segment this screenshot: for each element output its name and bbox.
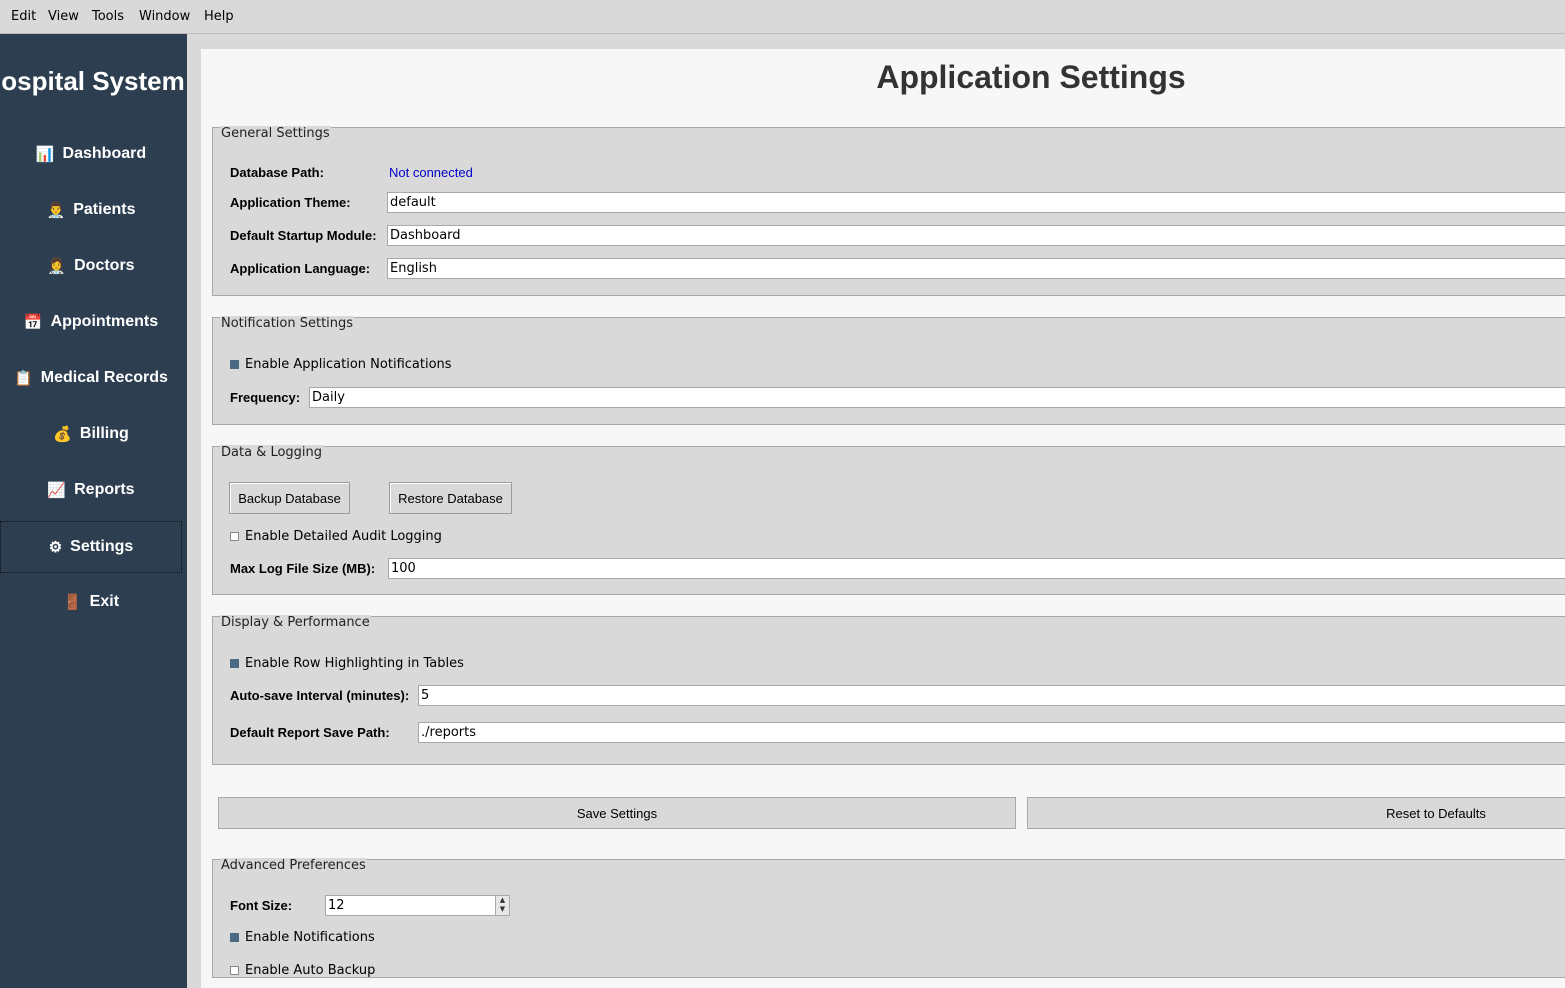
report-save-path-field[interactable]: ./reports xyxy=(418,722,1565,743)
save-settings-button[interactable]: Save Settings xyxy=(218,797,1016,829)
app-title: ospital System xyxy=(1,66,185,96)
menu-tools[interactable]: Tools xyxy=(92,9,124,24)
group-legend: Display & Performance xyxy=(220,615,371,630)
advanced-preferences-group: Advanced Preferences xyxy=(212,858,1565,978)
frequency-field[interactable]: Daily xyxy=(309,387,1565,408)
sidebar-item-label: Appointments xyxy=(50,313,159,330)
language-field[interactable]: English xyxy=(387,258,1565,279)
group-legend: Advanced Preferences xyxy=(220,858,367,873)
font-size-label: Font Size: xyxy=(230,898,293,913)
trend-chart-icon: 📈 xyxy=(47,482,67,499)
language-label: Application Language: xyxy=(230,261,371,276)
clipboard-icon: 📋 xyxy=(14,370,33,387)
sidebar-item-label: Doctors xyxy=(74,257,135,274)
font-size-value: 12 xyxy=(328,898,345,913)
db-path-value: Not connected xyxy=(389,165,473,180)
theme-label: Application Theme: xyxy=(230,195,351,210)
max-log-size-field[interactable]: 100 xyxy=(388,558,1565,579)
group-legend: General Settings xyxy=(220,126,331,141)
sidebar-item-patients[interactable]: 👨‍⚕️ Patients xyxy=(0,185,182,235)
sidebar-item-label: Medical Records xyxy=(40,369,168,386)
checkbox-indicator[interactable] xyxy=(230,532,239,541)
startup-module-field[interactable]: Dashboard xyxy=(387,225,1565,246)
sidebar-item-reports[interactable]: 📈 Reports xyxy=(0,465,182,515)
checkbox-indicator[interactable] xyxy=(230,933,239,942)
enable-notifications-checkbox[interactable]: Enable Notifications xyxy=(230,930,375,945)
restore-database-button[interactable]: Restore Database xyxy=(389,482,512,514)
page-title: Application Settings xyxy=(876,59,1186,95)
font-size-spinbox[interactable]: 12 ▲ ▼ xyxy=(325,895,510,916)
checkbox-label: Enable Notifications xyxy=(245,930,375,945)
sidebar-item-settings[interactable]: ⚙ Settings xyxy=(0,521,182,573)
group-legend: Data & Logging xyxy=(220,445,324,460)
gear-icon: ⚙ xyxy=(48,539,63,556)
calendar-icon: 📅 xyxy=(23,314,43,331)
checkbox-label: Enable Row Highlighting in Tables xyxy=(245,656,464,671)
sidebar-item-billing[interactable]: 💰 Billing xyxy=(0,409,182,459)
group-legend: Notification Settings xyxy=(220,316,355,331)
checkbox-indicator[interactable] xyxy=(230,659,239,668)
backup-database-button[interactable]: Backup Database xyxy=(229,482,350,514)
menu-help[interactable]: Help xyxy=(204,9,234,24)
sidebar-item-doctors[interactable]: 👩‍⚕️ Doctors xyxy=(0,241,182,291)
enable-auto-backup-checkbox[interactable]: Enable Auto Backup xyxy=(230,963,375,978)
sidebar: ospital System 📊 Dashboard 👨‍⚕️ Patients… xyxy=(0,34,187,988)
checkbox-label: Enable Application Notifications xyxy=(245,357,452,372)
frequency-label: Frequency: xyxy=(230,390,301,405)
report-save-path-label: Default Report Save Path: xyxy=(230,725,390,740)
male-doctor-icon: 👨‍⚕️ xyxy=(46,202,66,219)
menu-bar: Edit View Tools Window Help xyxy=(0,0,1565,34)
sidebar-item-medical-records[interactable]: 📋 Medical Records xyxy=(0,353,182,403)
db-path-label: Database Path: xyxy=(230,165,324,180)
startup-module-label: Default Startup Module: xyxy=(230,228,377,243)
row-highlighting-checkbox[interactable]: Enable Row Highlighting in Tables xyxy=(230,656,464,671)
money-bag-icon: 💰 xyxy=(53,426,72,443)
sidebar-item-label: Reports xyxy=(74,481,135,498)
sidebar-item-label: Exit xyxy=(89,593,120,610)
reset-defaults-button[interactable]: Reset to Defaults xyxy=(1027,797,1565,829)
sidebar-item-label: Patients xyxy=(73,201,136,218)
sidebar-item-exit[interactable]: 🚪 Exit xyxy=(0,577,182,627)
female-doctor-icon: 👩‍⚕️ xyxy=(47,258,67,275)
checkbox-indicator[interactable] xyxy=(230,360,239,369)
sidebar-item-label: Dashboard xyxy=(62,145,147,162)
sidebar-item-label: Billing xyxy=(79,425,129,442)
enable-app-notifications-checkbox[interactable]: Enable Application Notifications xyxy=(230,357,452,372)
theme-field[interactable]: default xyxy=(387,192,1565,213)
bar-chart-icon: 📊 xyxy=(35,146,55,163)
autosave-interval-field[interactable]: 5 xyxy=(418,685,1565,706)
menu-edit[interactable]: Edit xyxy=(11,9,36,24)
sidebar-item-label: Settings xyxy=(70,538,134,555)
menu-window[interactable]: Window xyxy=(139,9,190,24)
sidebar-item-appointments[interactable]: 📅 Appointments xyxy=(0,297,182,347)
sidebar-item-dashboard[interactable]: 📊 Dashboard xyxy=(0,129,182,179)
menu-view[interactable]: View xyxy=(48,9,79,24)
checkbox-label: Enable Auto Backup xyxy=(245,963,376,978)
door-icon: 🚪 xyxy=(62,594,82,611)
checkbox-label: Enable Detailed Audit Logging xyxy=(245,529,442,544)
checkbox-indicator[interactable] xyxy=(230,966,239,975)
max-log-size-label: Max Log File Size (MB): xyxy=(230,561,376,576)
spin-arrows-icon[interactable]: ▲ ▼ xyxy=(495,896,509,915)
audit-logging-checkbox[interactable]: Enable Detailed Audit Logging xyxy=(230,529,442,544)
autosave-interval-label: Auto-save Interval (minutes): xyxy=(230,688,410,703)
